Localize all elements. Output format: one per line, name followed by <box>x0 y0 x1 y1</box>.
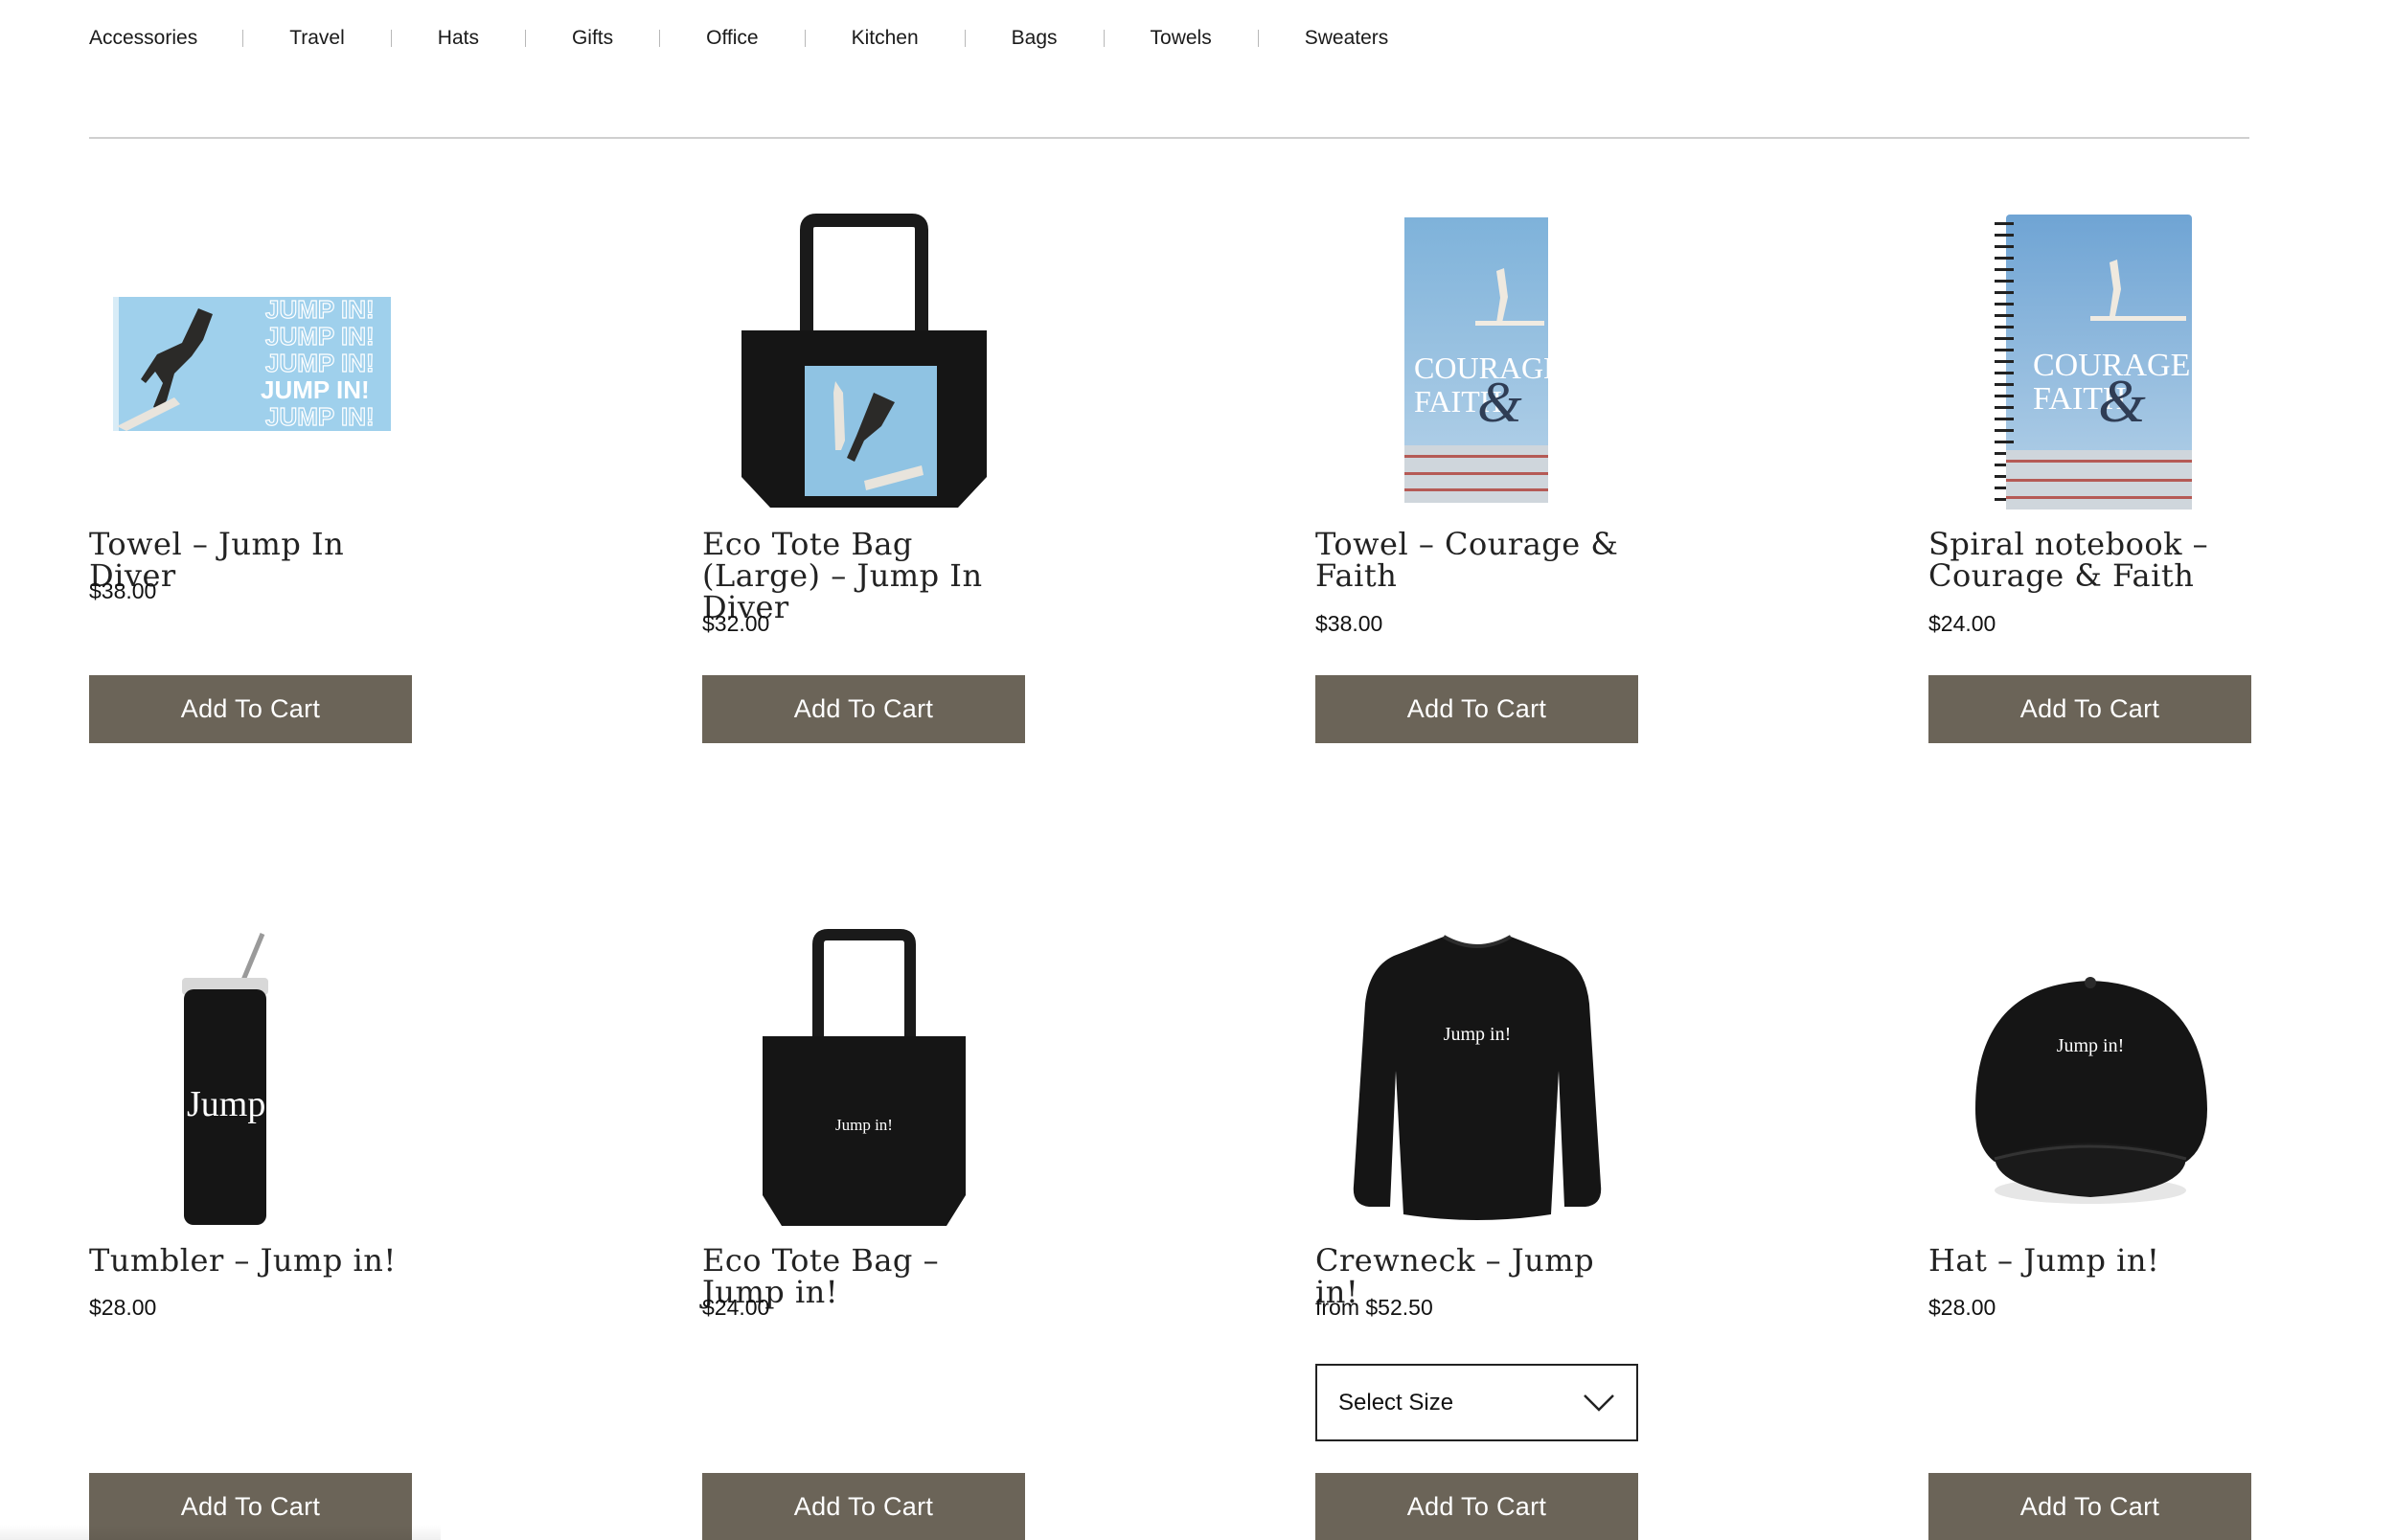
towel-courage-faith-image[interactable]: COURAGE FAITH & <box>1315 211 1638 517</box>
svg-text:&: & <box>1477 371 1522 434</box>
product-card: Jump in Tumbler – Jump in! $28.00 Add To… <box>89 908 491 1540</box>
svg-text:Jump in!: Jump in! <box>835 1116 893 1134</box>
add-to-cart-button[interactable]: Add To Cart <box>1315 675 1638 743</box>
svg-text:Jump in!: Jump in! <box>1443 1024 1511 1045</box>
product-price: $38.00 <box>1315 611 1383 636</box>
section-divider <box>89 137 2249 139</box>
tumbler-image[interactable]: Jump in <box>89 927 412 1234</box>
tote-image[interactable]: Jump in! <box>702 927 1025 1234</box>
category-hats[interactable]: Hats <box>438 27 479 50</box>
category-sweaters[interactable]: Sweaters <box>1305 27 1389 50</box>
category-separator <box>242 30 244 47</box>
add-to-cart-button[interactable]: Add To Cart <box>702 675 1025 743</box>
category-accessories[interactable]: Accessories <box>89 27 197 50</box>
crewneck-image[interactable]: Jump in! <box>1315 927 1638 1234</box>
svg-text:Jump in!: Jump in! <box>2056 1035 2124 1056</box>
category-separator <box>524 30 526 47</box>
category-separator <box>1103 30 1105 47</box>
product-title[interactable]: Towel – Courage & Faith <box>1315 529 1638 592</box>
svg-text:JUMP IN!: JUMP IN! <box>265 322 375 351</box>
towel-jump-in-diver-image[interactable]: JUMP IN! JUMP IN! JUMP IN! JUMP IN! JUMP… <box>89 211 412 517</box>
category-separator <box>659 30 661 47</box>
product-title[interactable]: Eco Tote Bag (Large) – Jump In Diver <box>702 529 1025 623</box>
product-title[interactable]: Hat – Jump in! <box>1928 1245 2251 1277</box>
category-bags[interactable]: Bags <box>1012 27 1058 50</box>
add-to-cart-button[interactable]: Add To Cart <box>89 675 412 743</box>
svg-text:JUMP IN!: JUMP IN! <box>265 295 375 324</box>
category-separator <box>390 30 392 47</box>
category-separator <box>964 30 966 47</box>
product-card: Jump in! Hat – Jump in! $28.00 Add To Ca… <box>1928 908 2331 1540</box>
size-select[interactable]: Select Size <box>1315 1364 1638 1441</box>
svg-text:JUMP IN!: JUMP IN! <box>261 375 370 404</box>
svg-text:JUMP IN!: JUMP IN! <box>265 349 375 377</box>
category-separator <box>804 30 806 47</box>
category-nav: Accessories Travel Hats Gifts Office Kit… <box>89 21 1388 56</box>
category-kitchen[interactable]: Kitchen <box>852 27 919 50</box>
product-card: COURAGE FAITH & Spiral notebook – Courag… <box>1928 192 2331 747</box>
category-towels[interactable]: Towels <box>1151 27 1212 50</box>
product-card: JUMP IN! JUMP IN! JUMP IN! JUMP IN! JUMP… <box>89 192 491 747</box>
product-card: Jump in! Eco Tote Bag – Jump in! $24.00 … <box>702 908 1105 1540</box>
product-price: $38.00 <box>89 578 157 603</box>
category-travel[interactable]: Travel <box>289 27 345 50</box>
bottom-edge-shadow <box>0 1525 441 1540</box>
product-price: $28.00 <box>1928 1295 1996 1320</box>
add-to-cart-button[interactable]: Add To Cart <box>1928 1473 2251 1540</box>
add-to-cart-button[interactable]: Add To Cart <box>1928 675 2251 743</box>
product-price: $28.00 <box>89 1295 157 1320</box>
tote-large-diver-image[interactable] <box>702 211 1025 517</box>
svg-text:Jump in: Jump in <box>187 1084 303 1124</box>
category-gifts[interactable]: Gifts <box>572 27 613 50</box>
product-card: Eco Tote Bag (Large) – Jump In Diver $32… <box>702 192 1105 747</box>
add-to-cart-button[interactable]: Add To Cart <box>702 1473 1025 1540</box>
add-to-cart-button[interactable]: Add To Cart <box>1315 1473 1638 1540</box>
chevron-down-icon <box>1584 1393 1614 1412</box>
product-title[interactable]: Spiral notebook – Courage & Faith <box>1928 529 2251 592</box>
category-office[interactable]: Office <box>706 27 758 50</box>
svg-text:&: & <box>2098 367 2146 435</box>
svg-text:JUMP IN!: JUMP IN! <box>265 402 375 431</box>
category-separator <box>1257 30 1259 47</box>
product-card: Jump in! Crewneck – Jump in! from $52.50… <box>1315 908 1718 1540</box>
size-select-value: Select Size <box>1338 1389 1454 1415</box>
notebook-courage-faith-image[interactable]: COURAGE FAITH & <box>1928 211 2251 517</box>
product-card: COURAGE FAITH & Towel – Courage & Faith … <box>1315 192 1718 747</box>
hat-image[interactable]: Jump in! <box>1928 927 2251 1234</box>
product-title[interactable]: Tumbler – Jump in! <box>89 1245 412 1277</box>
product-price: $32.00 <box>702 611 770 636</box>
product-price: $24.00 <box>702 1295 770 1320</box>
product-price: $24.00 <box>1928 611 1996 636</box>
product-price: from $52.50 <box>1315 1295 1433 1320</box>
product-grid: JUMP IN! JUMP IN! JUMP IN! JUMP IN! JUMP… <box>89 192 2251 1540</box>
